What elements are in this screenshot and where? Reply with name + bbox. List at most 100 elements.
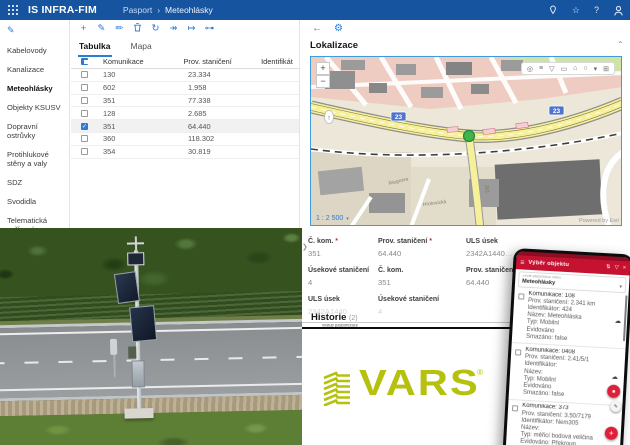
print-icon[interactable]: ⊞ [603, 65, 609, 73]
filter-icon[interactable]: ▽ [614, 265, 619, 271]
settings-gear-icon[interactable]: ⚙ [334, 23, 343, 34]
map-zoom-controls: + − [316, 62, 330, 88]
field-label: ULS úsek [308, 296, 340, 303]
back-icon[interactable]: ← [312, 23, 322, 34]
item-checkbox[interactable] [515, 349, 521, 355]
breadcrumb-parent[interactable]: Pasport [123, 5, 152, 15]
sidebar-item-protihlukove-steny[interactable]: Protihlukové stěny a valy [7, 145, 67, 173]
location-map[interactable]: 23 23 ↑ Riegrova Hrotovická 351 + − ◎ ≡ … [310, 56, 622, 226]
menu-icon[interactable]: ≡ [520, 259, 524, 266]
station-sensor-arm [127, 242, 144, 244]
field-value[interactable]: 351 [378, 278, 473, 287]
bulk-edit-icon[interactable]: ✏ [114, 23, 125, 34]
close-icon[interactable]: × [623, 265, 627, 271]
map-scale-control[interactable]: 1 : 2 500 ▾ [316, 215, 349, 222]
assign-record-icon[interactable]: ↦ [186, 23, 197, 34]
item-details: Komunikace: 0408Prov. staničení: 2.41/5/… [523, 347, 611, 402]
section-divider [298, 322, 530, 323]
favorites-star-icon[interactable]: ☆ [572, 5, 580, 16]
section-title-lokalizace: Lokalizace [310, 40, 358, 51]
sidebar-item-svodidla[interactable]: Svodidla [7, 192, 67, 211]
locate-icon[interactable]: ○ [583, 65, 587, 72]
cloud-sync-icon[interactable]: ☁ [614, 316, 621, 324]
table-row[interactable]: 128 2.685 [71, 107, 299, 120]
selected-object-marker[interactable] [464, 131, 475, 142]
layers-icon[interactable]: ≡ [539, 65, 543, 72]
mobile-object-list: Komunikace: 108Prov. staničení: 2.341 km… [505, 287, 629, 445]
mobile-app-overlay: ≡ Výběr objektu ⇅ ▽ × Zvolte pasportovou… [502, 248, 630, 445]
sort-icon[interactable]: ⇅ [606, 264, 611, 270]
measure-icon[interactable]: ▭ [561, 65, 568, 73]
delete-icon[interactable] [132, 22, 143, 35]
row-checkbox[interactable] [81, 148, 88, 155]
breadcrumb-current[interactable]: Meteohlásky [165, 5, 213, 15]
breadcrumb: Pasport › Meteohlásky [123, 5, 213, 15]
row-checkbox[interactable] [81, 135, 88, 142]
user-icon[interactable] [613, 5, 624, 16]
table-row[interactable]: 351 77.338 [71, 95, 299, 108]
share-icon[interactable]: ⊶ [204, 23, 215, 34]
row-checkbox-checked[interactable]: ✓ [81, 123, 88, 130]
list-item[interactable]: Komunikace: 0408Prov. staničení: 2.41/5/… [509, 343, 626, 406]
sidebar-item-objekty-ksusv[interactable]: Objekty KSUSV [7, 98, 67, 117]
field-label: Prov. staničení [466, 267, 515, 274]
map-scale-value: 1 : 2 500 [316, 215, 343, 222]
field-value[interactable]: 64.440 [378, 249, 473, 258]
station-cabinet [131, 360, 145, 387]
vars-logo: VARS ® [322, 366, 483, 406]
move-record-icon[interactable]: ↠ [168, 23, 179, 34]
row-checkbox[interactable] [81, 97, 88, 104]
header-actions: ☆ ? [548, 5, 624, 16]
filter-icon[interactable]: ▽ [549, 65, 554, 73]
table-row-selected[interactable]: ✓ 351 64.440 [71, 120, 299, 133]
field-usekove-stanicenni-2: Úsekové staničení 4 [378, 296, 473, 316]
refresh-icon[interactable]: ↻ [150, 23, 161, 34]
table-row[interactable]: 602 1.958 [71, 82, 299, 95]
phone-frame: ≡ Výběr objektu ⇅ ▽ × Zvolte pasportovou… [502, 248, 630, 445]
zoom-in-button[interactable]: + [316, 62, 330, 75]
table-header-row: Komunikace Prov. staničení Identifikát [71, 54, 299, 69]
sidebar-edit-icon[interactable]: ✎ [7, 25, 15, 36]
sidebar-item-kanalizace[interactable]: Kanalizace [7, 60, 67, 79]
field-value[interactable]: 4 [378, 307, 473, 316]
sidebar-item-dopravni-ostruvky[interactable]: Dopravní ostrůvky [7, 117, 67, 145]
edit-icon[interactable]: ✎ [96, 23, 107, 34]
sidebar-item-kabelovody[interactable]: Kabelovody [7, 41, 67, 60]
branch-road-label: 351 [483, 185, 490, 194]
cell-komunikace: 130 [103, 70, 188, 79]
zoom-out-button[interactable]: − [316, 75, 330, 88]
breadcrumb-separator-icon: › [157, 5, 160, 15]
row-checkbox[interactable] [81, 71, 88, 78]
cell-komunikace: 602 [103, 83, 188, 92]
sidebar-item-sdz[interactable]: SDZ [7, 173, 67, 192]
table-row[interactable]: 360 118.302 [71, 133, 299, 146]
select-icon[interactable]: ▾ [594, 65, 598, 73]
column-header-identifikator[interactable]: Identifikát [261, 57, 299, 66]
home-extent-icon[interactable]: ⌂ [573, 65, 577, 72]
table-row[interactable]: 130 23.334 [71, 69, 299, 82]
station-solar-panel-lower [129, 305, 157, 342]
row-checkbox[interactable] [81, 84, 88, 91]
list-item[interactable]: Komunikace: 373Prov. staničení: 3.50/717… [505, 400, 622, 445]
app-launcher-icon[interactable] [8, 5, 18, 15]
required-asterisk: * [335, 238, 338, 245]
column-header-stanicenni[interactable]: Prov. staničení [183, 57, 261, 66]
pin-icon[interactable] [548, 5, 558, 15]
collapse-section-icon[interactable]: ⌃ [617, 40, 624, 49]
column-header-komunikace[interactable]: Komunikace [103, 57, 183, 66]
item-checkbox[interactable] [518, 293, 524, 299]
cell-stanicenni: 2.685 [188, 109, 270, 118]
cloud-sync-icon[interactable]: ☁ [611, 373, 618, 381]
list-item[interactable]: Komunikace: 108Prov. staničení: 2.341 km… [512, 287, 629, 350]
top-header: IS INFRA-FIM Pasport › Meteohlásky ☆ ? [0, 0, 630, 20]
item-checkbox[interactable] [512, 405, 518, 411]
row-checkbox[interactable] [81, 110, 88, 117]
map-canvas: 23 23 ↑ Riegrova Hrotovická 351 [311, 57, 622, 226]
select-all-checkbox[interactable] [81, 58, 88, 65]
basemap-icon[interactable]: ◎ [527, 65, 533, 73]
add-icon[interactable]: + [78, 23, 89, 34]
cell-komunikace: 128 [103, 109, 188, 118]
table-row[interactable]: 354 30.819 [71, 146, 299, 159]
help-icon[interactable]: ? [594, 5, 599, 15]
sidebar-item-meteohlasky[interactable]: Meteohlásky [7, 79, 67, 98]
